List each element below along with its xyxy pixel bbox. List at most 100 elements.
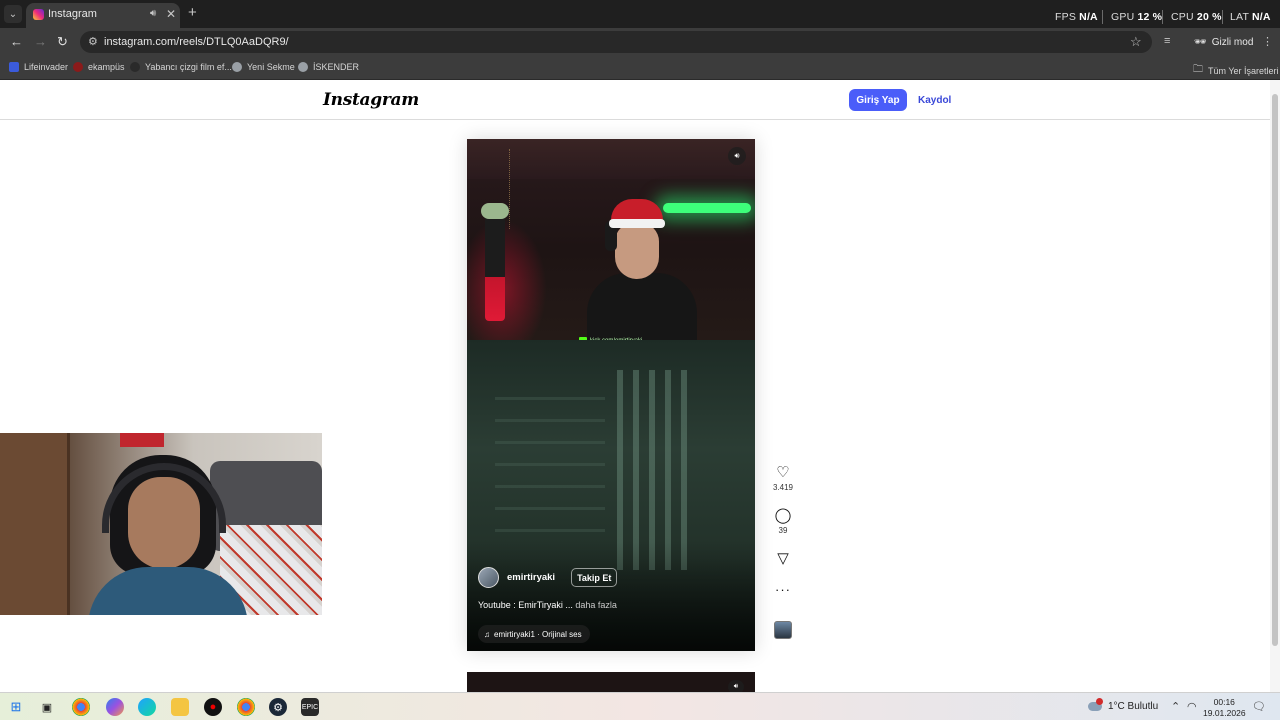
divider <box>1102 10 1103 24</box>
forward-icon[interactable]: → <box>34 34 47 49</box>
bookmarks-bar: Lifeinvader ekampüs Yabancı çizgi film e… <box>0 56 1280 80</box>
login-button[interactable]: Giriş Yap <box>849 89 907 111</box>
red-light <box>467 219 547 340</box>
steam-icon[interactable]: ⚙︎ <box>269 698 287 716</box>
fps-value: N/A <box>1079 11 1098 23</box>
comment-action[interactable]: ◯ 39 <box>770 507 796 535</box>
gpu-label: GPU <box>1111 11 1135 23</box>
app-icon[interactable]: ● <box>204 698 222 716</box>
mute-toggle-icon[interactable]: 🔊︎ <box>728 680 744 692</box>
tab-search-button[interactable]: ⌄ <box>4 5 22 23</box>
lat-value: N/A <box>1252 11 1271 23</box>
webcam-person <box>88 455 248 615</box>
bookmark-label: ekampüs <box>88 62 125 72</box>
gpu-value: 12 % <box>1137 11 1163 23</box>
clock-time: 00:16 <box>1213 697 1235 707</box>
reel-author: emirtiryaki Takip Et <box>478 567 618 588</box>
tray-chevron-icon[interactable]: ⌃ <box>1171 700 1180 713</box>
bookmark-lifeinvader[interactable]: Lifeinvader <box>9 62 68 72</box>
audio-label: emirtiryaki1 · Orijinal ses <box>494 629 582 639</box>
all-bookmarks-label: Tüm Yer İşaretleri <box>1208 65 1279 76</box>
heart-icon[interactable]: ♡ <box>770 464 796 482</box>
tab-title: Instagram <box>48 8 97 20</box>
red-object <box>120 433 164 447</box>
avatar[interactable] <box>478 567 499 588</box>
file-explorer-icon[interactable] <box>171 698 189 716</box>
caption-more-link[interactable]: daha fazla <box>575 600 617 610</box>
cartoon-icon <box>130 62 140 72</box>
gpu-readout: GPU 12 % <box>1111 11 1162 23</box>
audio-playing-icon[interactable]: 🔊︎ <box>150 8 156 19</box>
edge-icon[interactable] <box>138 698 156 716</box>
author-username[interactable]: emirtiryaki <box>507 572 555 583</box>
webcam-overlay <box>0 433 322 615</box>
all-bookmarks[interactable]: 🗀 Tüm Yer İşaretleri <box>1193 62 1279 79</box>
globe-icon <box>298 62 308 72</box>
next-reel-preview[interactable]: 🔊︎ <box>467 672 755 692</box>
divider <box>1222 10 1223 24</box>
share-icon[interactable]: ▽ <box>770 550 796 568</box>
globe-icon <box>232 62 242 72</box>
bookmark-star-icon[interactable]: ☆ <box>1130 34 1142 50</box>
media-control-icon[interactable]: ≡ <box>1164 35 1170 47</box>
weather-widget[interactable]: 1°C Bulutlu <box>1088 698 1158 712</box>
bookmark-new-tab[interactable]: Yeni Sekme <box>232 62 295 72</box>
like-count: 3.419 <box>772 483 794 492</box>
audio-thumbnail[interactable] <box>774 621 792 639</box>
system-clock[interactable]: 00:16 19.01.2026 <box>1203 697 1246 719</box>
menu-icon[interactable]: ⋮ <box>1262 35 1273 48</box>
copilot-icon[interactable] <box>106 698 124 716</box>
person-hoodie <box>88 567 248 615</box>
clock-date: 19.01.2026 <box>1203 708 1246 718</box>
more-options-icon[interactable]: ··· <box>770 582 796 597</box>
fps-label: FPS <box>1055 11 1077 23</box>
notification-icon[interactable]: 🗨︎ <box>1252 700 1266 713</box>
epic-games-icon[interactable]: EPIC <box>301 698 319 716</box>
incognito-icon: 🕶︎ <box>1194 36 1207 48</box>
bookmark-iskender[interactable]: İSKENDER <box>298 62 359 72</box>
incognito-badge[interactable]: 🕶︎ Gizli mod <box>1186 32 1261 52</box>
back-icon[interactable]: ← <box>10 34 23 49</box>
close-tab-icon[interactable]: ✕ <box>166 7 176 21</box>
share-action[interactable]: ▽ <box>770 550 796 568</box>
bookmark-label: Lifeinvader <box>24 62 69 72</box>
instagram-icon <box>33 9 44 20</box>
bookmark-label: İSKENDER <box>313 62 360 72</box>
lat-label: LAT <box>1230 11 1249 23</box>
chrome-incognito-icon[interactable] <box>237 698 255 716</box>
chrome-icon[interactable] <box>72 698 90 716</box>
address-bar[interactable]: ⚙︎ instagram.com/reels/DTLQ0AaDQR9/ ☆ <box>80 31 1152 53</box>
lifeinvader-icon <box>9 62 19 72</box>
site-info-icon[interactable]: ⚙︎ <box>88 35 98 48</box>
mute-toggle-button[interactable]: 🔊︎ <box>728 147 746 165</box>
comment-icon[interactable]: ◯ <box>770 507 796 525</box>
signup-link[interactable]: Kaydol <box>918 95 951 106</box>
cloud-icon <box>1088 698 1103 711</box>
figurine-head <box>481 203 509 219</box>
task-view-icon[interactable]: ▣ <box>38 698 56 716</box>
comment-count: 39 <box>778 526 788 535</box>
new-tab-button[interactable]: + <box>188 4 197 21</box>
incognito-label: Gizli mod <box>1211 36 1254 48</box>
tab-instagram[interactable]: Instagram 🔊︎ ✕ <box>26 3 180 28</box>
audio-info[interactable]: ♫ emirtiryaki1 · Orijinal ses <box>478 625 590 643</box>
bookmark-ekampus[interactable]: ekampüs <box>73 62 125 72</box>
tab-strip: ⌄ Instagram 🔊︎ ✕ + FPS N/A GPU 12 % CPU … <box>0 0 1280 28</box>
browser-toolbar: ← → ↻ ⚙︎ instagram.com/reels/DTLQ0AaDQR9… <box>0 28 1280 56</box>
bookmark-cartoon[interactable]: Yabancı çizgi film ef... <box>130 62 232 72</box>
more-action[interactable]: ··· <box>770 582 796 597</box>
url-text[interactable]: instagram.com/reels/DTLQ0AaDQR9/ <box>104 36 289 48</box>
scrollbar-thumb[interactable] <box>1272 94 1278 646</box>
windows-start-icon[interactable]: ⊞ <box>7 698 25 716</box>
folder-icon: 🗀 <box>1193 64 1203 75</box>
caption-text: Youtube : EmirTiryaki ... <box>478 600 573 610</box>
rusty-door <box>495 382 605 532</box>
reel-video[interactable]: 🔊︎ kick.com/emirtiryaki emirtiryaki Taki… <box>467 139 755 651</box>
like-action[interactable]: ♡ 3.419 <box>770 464 796 492</box>
wooden-door <box>0 433 70 615</box>
reload-icon[interactable]: ↻ <box>57 34 68 50</box>
figurine <box>485 211 505 321</box>
wifi-icon[interactable]: ◠ <box>1187 700 1197 713</box>
instagram-logo[interactable]: Instagram <box>323 90 419 110</box>
follow-button[interactable]: Takip Et <box>571 568 618 587</box>
